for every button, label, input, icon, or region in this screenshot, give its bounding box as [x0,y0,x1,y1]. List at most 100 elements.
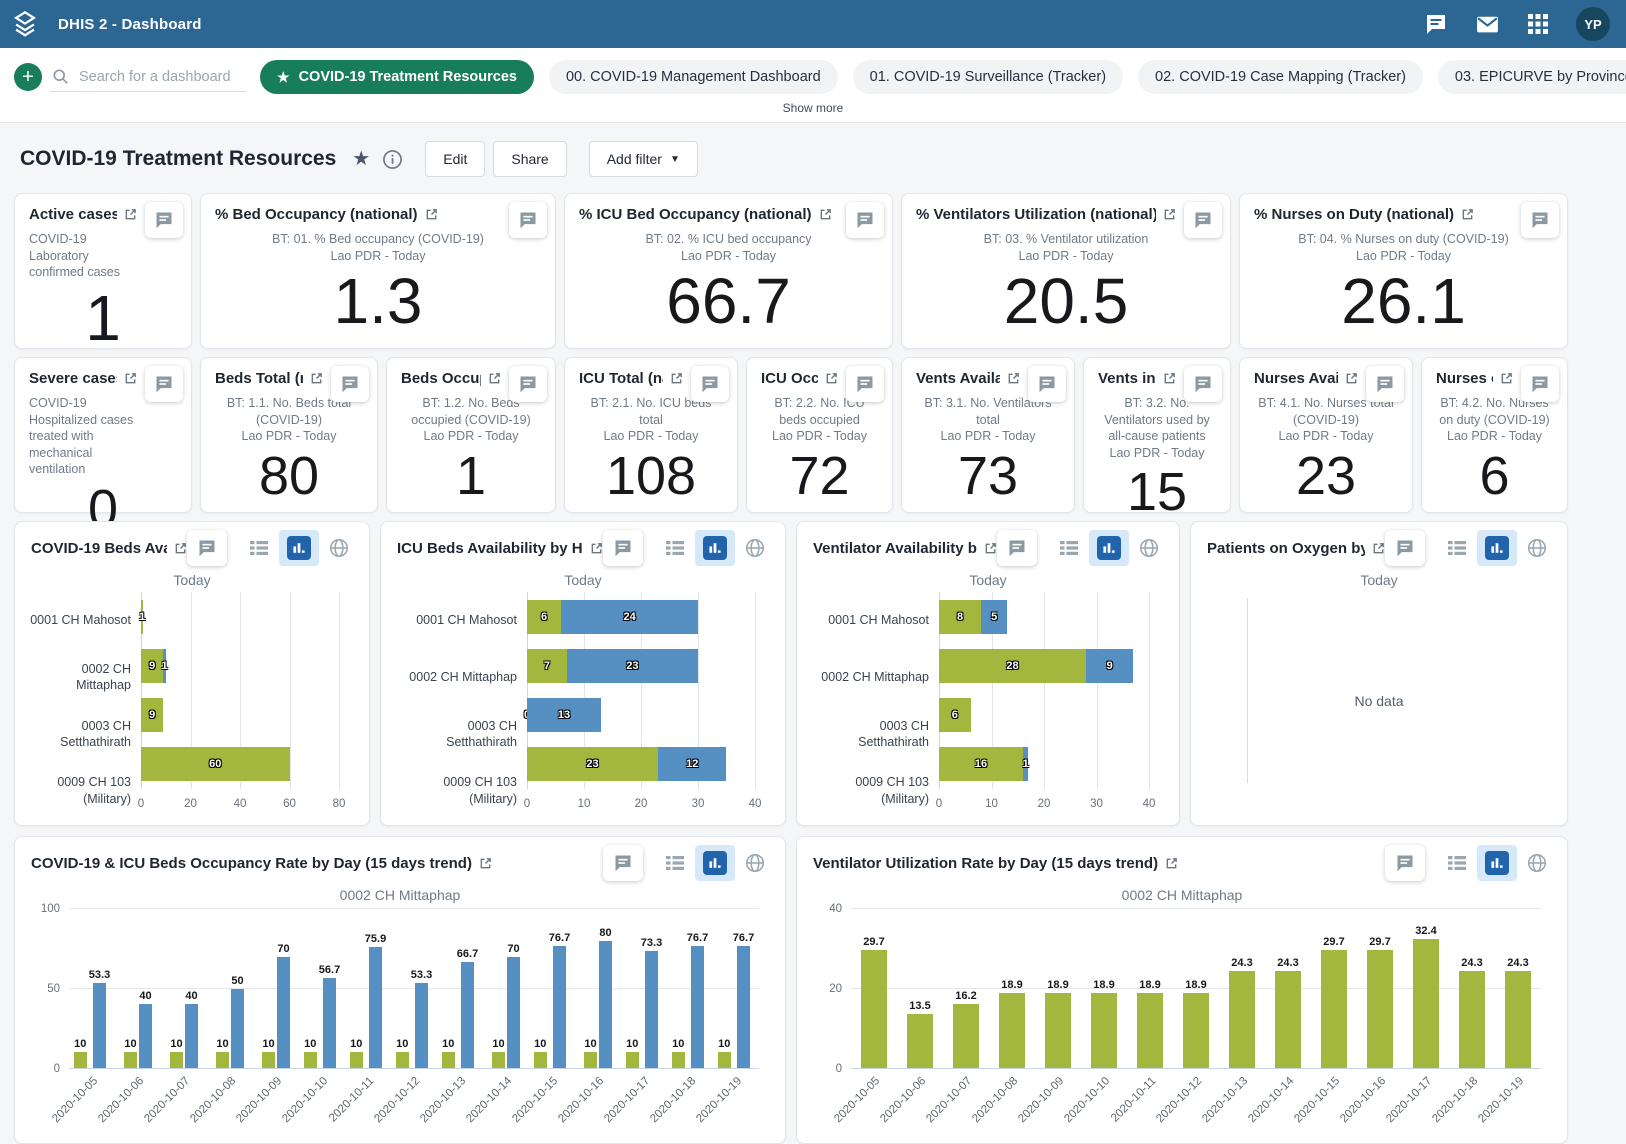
open-in-new-icon[interactable] [984,542,997,555]
comments-button[interactable] [145,366,183,402]
table-view-button[interactable] [1437,530,1477,566]
axis-tick-label: 40 [234,798,247,810]
table-view-button[interactable] [239,530,279,566]
comments-button[interactable] [145,202,183,238]
open-in-new-icon[interactable] [1461,208,1474,221]
share-button[interactable]: Share [493,141,566,177]
bar-group: 1076.7 [667,909,713,1068]
show-more-link[interactable]: Show more [783,101,844,115]
search-input[interactable] [77,68,237,86]
star-icon[interactable]: ★ [352,149,370,169]
stat-card-value: 108 [579,445,723,511]
comments-button[interactable] [846,202,884,238]
map-view-button[interactable] [1517,530,1557,566]
map-view-button[interactable] [319,530,359,566]
comments-button[interactable] [691,366,729,402]
comments-button[interactable] [603,845,643,881]
open-in-new-icon[interactable] [124,372,137,385]
bar-value-label: 76.7 [549,932,570,944]
dashboard-chip[interactable]: 02. COVID-19 Case Mapping (Tracker) [1138,60,1423,94]
open-in-new-icon[interactable] [1007,372,1020,385]
comments-button[interactable] [331,366,369,402]
map-view-button[interactable] [735,530,775,566]
open-in-new-icon[interactable] [479,857,492,870]
category-label: 0009 CH 103 (Military) [395,762,527,819]
bar [626,1052,639,1068]
comments-button[interactable] [187,530,227,566]
map-view-button[interactable] [735,845,775,881]
apps-grid-icon[interactable] [1527,13,1549,35]
bar-value-label: 70 [277,943,289,955]
add-filter-button[interactable]: Add filter ▼ [589,141,698,177]
open-in-new-icon[interactable] [819,208,832,221]
comments-button[interactable] [846,366,884,402]
axis-tick-label: 60 [283,798,296,810]
new-dashboard-button[interactable]: + [14,63,42,91]
comments-button[interactable] [1385,845,1425,881]
open-in-new-icon[interactable] [1372,542,1385,555]
chart-view-button[interactable] [1089,530,1129,566]
info-icon[interactable] [382,149,403,170]
comments-button[interactable] [1521,202,1559,238]
chart-view-button[interactable] [1477,845,1517,881]
open-in-new-icon[interactable] [488,372,501,385]
chart-view-button[interactable] [279,530,319,566]
chart-view-button[interactable] [1477,530,1517,566]
dashboard-chip[interactable]: 01. COVID-19 Surveillance (Tracker) [853,60,1123,94]
map-view-button[interactable] [1129,530,1169,566]
category-label: 0009 CH 103 (Military) [811,762,939,819]
open-in-new-icon[interactable] [425,208,438,221]
dhis2-logo-icon[interactable] [0,0,50,48]
axis-tick-label: 20 [184,798,197,810]
dashboard-chip[interactable]: 00. COVID-19 Management Dashboard [549,60,838,94]
bar [1275,971,1301,1068]
open-in-new-icon[interactable] [825,372,838,385]
chart-card-title: Ventilator Availability by … [813,540,977,557]
table-view-button[interactable] [1437,845,1477,881]
open-in-new-icon[interactable] [1165,857,1178,870]
bar-value-label: 10 [262,1038,274,1050]
open-in-new-icon[interactable] [310,372,323,385]
open-in-new-icon[interactable] [670,372,683,385]
comments-button[interactable] [1184,202,1222,238]
dashboard-chip[interactable]: 03. EPICURVE by Province [1438,60,1626,94]
open-in-new-icon[interactable] [590,542,603,555]
mail-icon[interactable] [1475,12,1500,37]
comments-button[interactable] [603,530,643,566]
bar-value-label: 10 [350,1038,362,1050]
comments-button[interactable] [997,530,1037,566]
edit-button[interactable]: Edit [425,141,485,177]
open-in-new-icon[interactable] [124,208,137,221]
comments-button[interactable] [1385,530,1425,566]
chart-view-button[interactable] [695,845,735,881]
bar-group: 1056.7 [299,909,345,1068]
bar [216,1052,229,1068]
bar [415,983,428,1068]
dashboard-search[interactable] [50,63,246,92]
comments-button[interactable] [1028,366,1066,402]
bar-segment: 9 [141,698,163,732]
open-in-new-icon[interactable] [1500,372,1513,385]
avatar[interactable]: YP [1576,7,1610,41]
table-view-button[interactable] [655,845,695,881]
open-in-new-icon[interactable] [1163,372,1176,385]
comments-button[interactable] [509,202,547,238]
dashboard-chip-selected[interactable]: ★COVID-19 Treatment Resources [260,60,534,94]
table-view-button[interactable] [1049,530,1089,566]
bar-row: 6 [939,691,1149,740]
stat-card-value: 66.7 [579,264,878,342]
open-in-new-icon[interactable] [1345,372,1358,385]
map-view-button[interactable] [1517,845,1557,881]
column-chart: 0501001053.310401040105010701056.71075.9… [25,905,775,1137]
comments-button[interactable] [1366,366,1404,402]
comments-button[interactable] [1184,366,1222,402]
comments-button[interactable] [509,366,547,402]
bar [737,946,750,1068]
chart-view-button[interactable] [695,530,735,566]
open-in-new-icon[interactable] [174,542,187,555]
comments-button[interactable] [1521,366,1559,402]
bar [718,1052,731,1068]
open-in-new-icon[interactable] [1163,208,1176,221]
table-view-button[interactable] [655,530,695,566]
interpretations-icon[interactable] [1424,12,1448,36]
